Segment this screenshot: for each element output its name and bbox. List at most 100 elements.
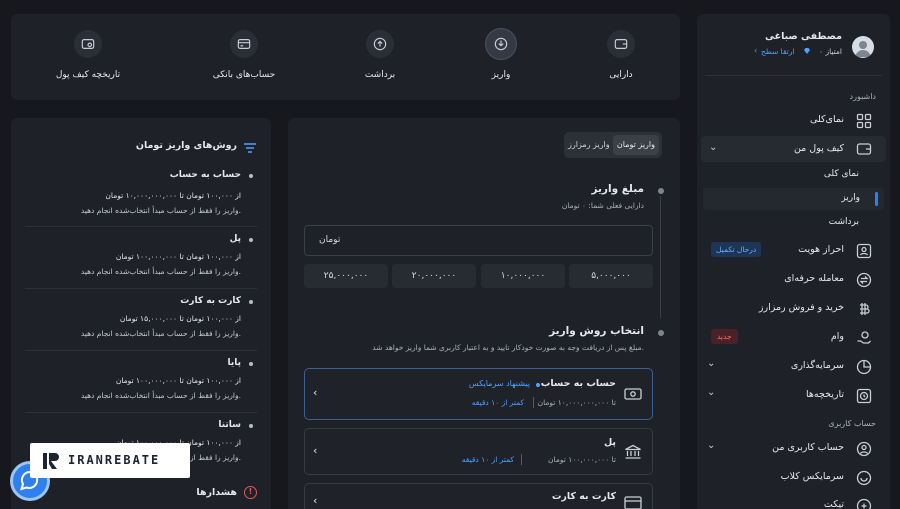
option-title: حساب به حساب (540, 378, 616, 389)
bullet-dot (249, 174, 253, 178)
bullet-dot (249, 424, 253, 428)
sidebar-subitem-label: واریز (841, 193, 860, 203)
sidebar-subitem-withdraw[interactable]: برداشت (829, 217, 859, 227)
upgrade-level-link[interactable]: ارتقا سطح (761, 47, 795, 56)
filter-icon (244, 143, 256, 153)
nav-item-assets[interactable]: دارایی (583, 30, 659, 90)
method-title: انتخاب روش واریز (549, 325, 644, 337)
method-note: واریز را فقط از حساب مبدأ انتخاب‌شده انج… (80, 329, 241, 338)
quick-amount-button[interactable]: ۲۵,۰۰۰,۰۰۰ (304, 264, 388, 288)
option-time: کمتر از ۱۰ دقیقه (471, 398, 524, 407)
nav-item-bank-accounts[interactable]: حساب‌های بانکی (201, 30, 287, 90)
sidebar-item-crypto[interactable]: خرید و فروش رمزارز (705, 298, 882, 320)
nav-item-label: دارایی (609, 70, 633, 80)
iranrebate-logo-icon (43, 453, 59, 469)
method-item: حساب به حساب از ۱۰۰,۰۰۰ تومان تا ۱۰,۰۰۰,… (25, 166, 257, 226)
methods-title: روش‌های واریز تومان (135, 140, 237, 151)
diamond-icon (803, 47, 811, 55)
deposit-option-pol[interactable]: پل تا ۱۰۰,۰۰۰,۰۰۰ تومان کمتر از ۱۰ دقیقه… (304, 428, 653, 475)
chevron-left-icon: ‹ (313, 386, 318, 399)
sidebar-item-pro-trade[interactable]: معامله حرفه‌ای (705, 269, 882, 291)
bank-card-icon (230, 30, 258, 58)
amount-input[interactable]: تومان (304, 225, 653, 256)
sidebar-item-overview[interactable]: نمای‌کلی (705, 110, 882, 132)
user-points: ۰ امتیاز (819, 47, 842, 56)
sidebar-item-label: سرمایکس کلاب (780, 471, 844, 482)
current-balance: دارایی فعلی شما: ۰ تومان (561, 201, 644, 210)
wallet-history-icon (74, 30, 102, 58)
deposit-tabs: واریز تومان واریز رمزارز (564, 132, 662, 158)
sidebar-item-ticket[interactable]: تیکت (705, 495, 882, 509)
quick-amount-button[interactable]: ۱۰,۰۰۰,۰۰۰ (481, 264, 565, 288)
user-icon (856, 441, 872, 457)
bullet-dot (249, 300, 253, 304)
sidebar-item-club[interactable]: سرمایکس کلاب (705, 467, 882, 489)
watermark-banner: IRANREBATE (30, 443, 190, 478)
nav-item-deposit[interactable]: واریز (463, 28, 539, 90)
method-range: از ۱۰۰,۰۰۰ تومان تا ۱۵,۰۰۰,۰۰۰ تومان (119, 314, 241, 323)
sidebar-item-my-wallet[interactable]: کیف پول من ⌄ (701, 136, 886, 162)
quick-amount-button[interactable]: ۲۰,۰۰۰,۰۰۰ (392, 264, 476, 288)
bank-icon (625, 444, 641, 459)
step-dot (658, 330, 664, 336)
warnings-title[interactable]: هشدارها (196, 487, 237, 498)
history-icon (856, 388, 872, 404)
sidebar-subitem-overview[interactable]: نمای کلی (824, 169, 859, 179)
tab-deposit-crypto[interactable]: واریز رمزارز (568, 135, 610, 155)
method-item: کارت به کارت از ۱۰۰,۰۰۰ تومان تا ۱۵,۰۰۰,… (25, 292, 257, 352)
sidebar-item-loan[interactable]: وام جدید (705, 327, 882, 349)
nav-item-wallet-history[interactable]: تاریخچه کیف پول (45, 30, 131, 90)
deposit-option-account-to-account[interactable]: حساب به حساب پیشنهاد سرمایکس تا ۱۰,۰۰۰,۰… (304, 368, 653, 420)
step-line (660, 196, 661, 318)
watermark-text: IRANREBATE (68, 453, 161, 467)
user-name: مصطفی صباغی (765, 31, 842, 42)
cash-icon (624, 388, 642, 400)
user-avatar-icon (855, 41, 871, 57)
chart-pie-icon (856, 359, 872, 375)
divider (25, 350, 257, 351)
sidebar-item-label: خرید و فروش رمزارز (758, 302, 844, 313)
option-limit: تا ۱۰۰,۰۰۰,۰۰۰ تومان (548, 455, 616, 464)
option-time: کمتر از ۱۰ دقیقه (461, 455, 514, 464)
method-name: پایا (227, 358, 241, 368)
method-item: پایا از ۱۰۰,۰۰۰ تومان تا ۱۰۰,۰۰۰,۰۰۰ توم… (25, 354, 257, 414)
wallet-icon (607, 30, 635, 58)
method-name: کارت به کارت (180, 296, 241, 306)
chevron-down-icon: ⌄ (707, 358, 716, 369)
warning-icon: ! (244, 486, 257, 499)
method-range: از ۱۰۰,۰۰۰ تومان تا ۱۰,۰۰۰,۰۰۰,۰۰۰ تومان (105, 191, 241, 200)
separator-dot (536, 383, 540, 387)
divider (25, 226, 257, 227)
amount-input-placeholder: تومان (319, 235, 341, 245)
sidebar-item-history[interactable]: تاریخچه‌ها ⌄ (705, 385, 882, 407)
sidebar-item-label: تیکت (823, 499, 844, 509)
verification-status-badge: درحال تکمیل (711, 242, 762, 257)
method-range: از ۱۰۰,۰۰۰ تومان تا ۱۰۰,۰۰۰,۰۰۰ تومان (115, 252, 241, 261)
method-note: واریز را فقط از حساب مبدأ انتخاب‌شده انج… (80, 391, 241, 400)
avatar[interactable] (852, 36, 874, 58)
sidebar-item-label: حساب کاربری من (772, 442, 844, 453)
sidebar-item-label: نمای‌کلی (809, 114, 844, 125)
tab-deposit-toman[interactable]: واریز تومان (612, 135, 659, 155)
chevron-left-icon: ‹ (313, 444, 318, 457)
sidebar-subitem-deposit[interactable]: واریز (703, 188, 884, 210)
quick-amount-button[interactable]: ۵,۰۰۰,۰۰۰ (569, 264, 653, 288)
sidebar-item-label: احراز هویت (798, 244, 844, 255)
sidebar-item-my-account[interactable]: حساب کاربری من ⌄ (705, 438, 882, 460)
withdraw-arrow-icon (366, 30, 394, 58)
method-note: واریز را فقط از حساب مبدأ انتخاب‌شده انج… (80, 206, 241, 215)
sidebar-item-label: سرمایه‌گذاری (790, 360, 844, 371)
divider (533, 397, 534, 408)
chevron-down-icon: ⌄ (707, 387, 716, 398)
sidebar-item-label: معامله حرفه‌ای (784, 273, 844, 284)
sidebar: مصطفی صباغی ۰ امتیاز ارتقا سطح ‹ داشبورد… (697, 14, 890, 509)
sidebar-item-verification[interactable]: احراز هویت درحال تکمیل (705, 240, 882, 262)
divider (521, 454, 522, 465)
sidebar-item-investment[interactable]: سرمایه‌گذاری ⌄ (705, 356, 882, 378)
sidebar-item-label: کیف پول من (793, 143, 844, 154)
nav-item-withdraw[interactable]: برداشت (342, 30, 418, 90)
divider (705, 75, 882, 76)
option-limit: تا ۱۰,۰۰۰,۰۰۰,۰۰۰ تومان (537, 398, 616, 407)
nav-item-label: واریز (491, 70, 511, 80)
deposit-option-card-to-card[interactable]: کارت به کارت ‹ (304, 483, 653, 509)
